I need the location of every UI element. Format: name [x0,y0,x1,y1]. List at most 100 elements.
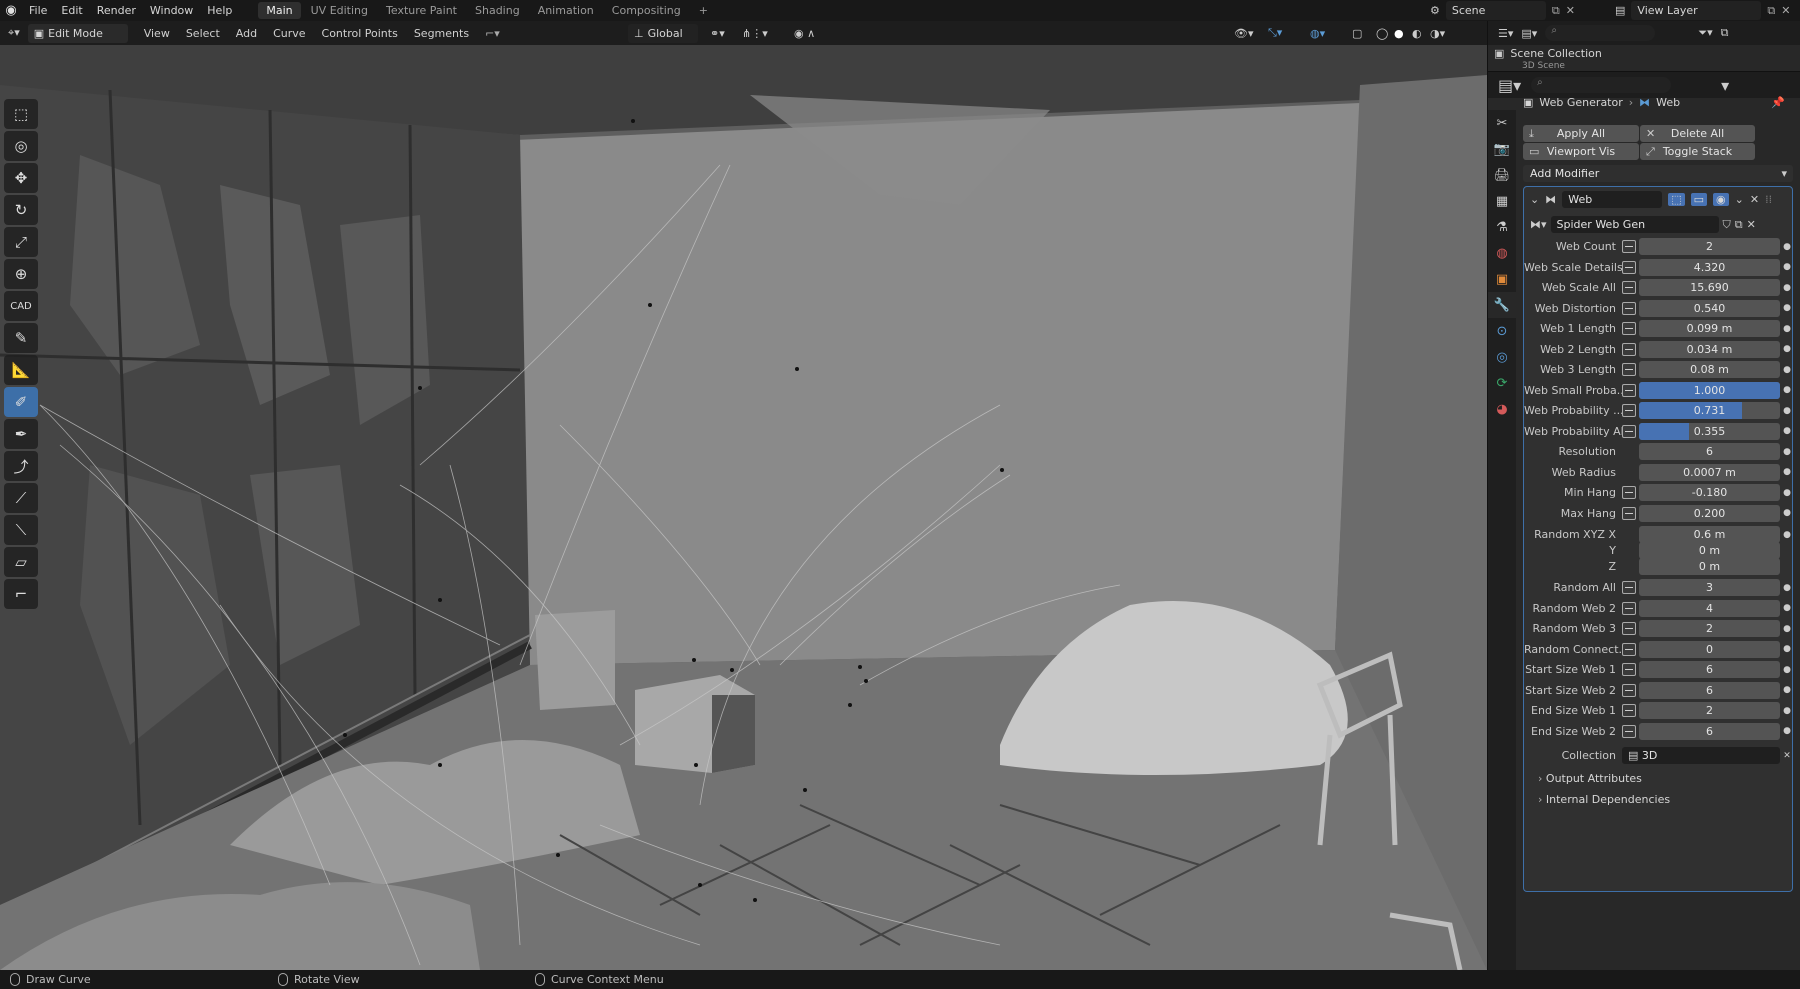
param-value-field[interactable]: 3 [1639,579,1780,596]
param-value-field[interactable]: 0.034 m [1639,340,1780,358]
menu-help[interactable]: Help [200,4,239,17]
keyframe-dot-icon[interactable]: ● [1780,303,1794,313]
viewport-toggle-icon[interactable]: ▭ [1690,193,1708,206]
outliner-search-icon[interactable]: ⌕ [1545,25,1656,41]
remove-scene-icon[interactable]: ✕ [1566,4,1575,17]
wireframe-shading-icon[interactable]: ◯ [1376,27,1388,40]
delete-all-button[interactable]: ✕ Delete All [1640,125,1755,142]
param-value-field[interactable]: 0 [1639,640,1780,658]
keyframe-dot-icon[interactable]: ● [1780,665,1794,675]
keyframe-dot-icon[interactable]: ● [1780,426,1794,436]
param-value-field[interactable]: 0.540 [1639,299,1780,317]
param-value-field[interactable]: 0.08 m [1639,361,1780,378]
workspace-tab-compositing[interactable]: Compositing [604,2,689,19]
keyframe-dot-icon[interactable]: ● [1780,624,1794,634]
keyframe-dot-icon[interactable]: ● [1780,685,1794,695]
input-socket-icon[interactable] [1622,601,1636,615]
input-socket-icon[interactable] [1622,424,1636,438]
keyframe-dot-icon[interactable]: ● [1780,283,1794,293]
input-socket-icon[interactable] [1622,260,1636,274]
editmode-toggle-icon[interactable]: ⬚ [1668,193,1685,206]
node-group-field[interactable]: Spider Web Gen [1550,216,1719,233]
keyframe-dot-icon[interactable]: ● [1780,385,1794,395]
menu-window[interactable]: Window [143,4,200,17]
physics-tab-icon[interactable]: ◎ [1488,344,1516,370]
param-value-field[interactable]: 0.0007 m [1639,463,1780,481]
scene-tab-icon[interactable]: ⚗ [1488,214,1516,240]
rendered-shading-icon[interactable]: ◑▾ [1430,27,1445,40]
new-scene-icon[interactable]: ⧉ [1552,4,1560,18]
input-socket-icon[interactable] [1622,704,1636,717]
input-socket-icon[interactable] [1622,683,1636,697]
param-value-field[interactable]: 6 [1639,722,1780,740]
tilt-tool[interactable]: ⟍ [4,515,38,545]
properties-editor-icon[interactable]: ▤▾ [1498,76,1521,95]
keyframe-dot-icon[interactable]: ● [1780,706,1794,716]
proportional-edit-icon[interactable]: ◉ ∧ [794,27,815,40]
input-socket-icon[interactable] [1622,486,1636,499]
new-collection-icon[interactable]: ⧉ [1721,26,1729,40]
internal-dependencies-subpanel[interactable]: › Internal Dependencies [1538,793,1670,806]
view-layer-icon[interactable]: ▤ [1615,4,1625,17]
output-attributes-subpanel[interactable]: › Output Attributes [1538,772,1642,785]
param-value-field[interactable]: 4.320 [1639,258,1780,276]
param-value-field[interactable]: 6 [1639,443,1780,460]
solid-shading-icon[interactable]: ● [1394,27,1404,40]
cad-tool[interactable]: CAD [4,291,38,321]
curve-pen-tool[interactable]: ⌐ [4,579,38,609]
apply-all-button[interactable]: ⤓ Apply All [1523,125,1639,142]
input-socket-icon[interactable] [1622,240,1636,253]
keyframe-dot-icon[interactable]: ● [1780,508,1794,518]
overlay-icon[interactable]: ◍▾ [1310,27,1325,40]
modifier-name-field[interactable]: Web [1562,191,1663,208]
3d-viewport[interactable]: ⬚ ◎ ✥ ↻ ⤢ ⊕ CAD ✎ 📐 ✐ ✒ ⤴ ⟋ ⟍ ▱ ⌐ [0,45,1487,970]
input-socket-icon[interactable] [1622,622,1636,635]
param-value-field[interactable]: 0.200 [1639,504,1780,522]
select-box-tool[interactable]: ⬚ [4,99,38,129]
keyframe-dot-icon[interactable]: ● [1780,583,1794,593]
menu-select[interactable]: Select [178,27,228,40]
param-value-field[interactable]: 6 [1639,661,1780,678]
cursor-tool[interactable]: ◎ [4,131,38,161]
pin-icon[interactable]: 📌 [1771,96,1785,109]
scene-selector[interactable]: Scene [1445,1,1546,20]
menu-render[interactable]: Render [90,4,143,17]
add-workspace-button[interactable]: + [691,2,716,19]
keyframe-dot-icon[interactable]: ● [1780,603,1794,613]
collection-field[interactable]: ▤ 3D [1622,747,1780,764]
param-value-field[interactable]: 0.731 [1639,402,1780,419]
workspace-tab-shading[interactable]: Shading [467,2,528,19]
radius-tool[interactable]: ⟋ [4,483,38,513]
transform-tool[interactable]: ⊕ [4,259,38,289]
fake-user-icon[interactable]: ⛉ [1723,218,1731,232]
render-tab-icon[interactable]: 📷 [1488,136,1516,162]
rotate-tool[interactable]: ↻ [4,195,38,225]
input-socket-icon[interactable] [1622,301,1636,315]
outliner-filter-icon[interactable]: ▤▾ [1521,27,1537,40]
mode-selector[interactable]: ▣ Edit Mode [27,23,128,43]
param-value-field[interactable]: 2 [1639,702,1780,719]
world-tab-icon[interactable]: ◍ [1488,240,1516,266]
node-tree-icon[interactable]: ⧓▾ [1530,218,1547,231]
menu-control-points[interactable]: Control Points [314,27,406,40]
menu-curve[interactable]: Curve [265,27,313,40]
move-tool[interactable]: ✥ [4,163,38,193]
output-tab-icon[interactable]: 🖨 [1488,162,1516,188]
drag-handle-icon[interactable]: ⁞⁞ [1765,193,1772,206]
randomize-tool[interactable]: ▱ [4,547,38,577]
input-socket-icon[interactable] [1622,363,1636,376]
pivot-icon[interactable]: ⚭▾ [710,27,725,40]
keyframe-dot-icon[interactable]: ● [1780,242,1794,252]
param-value-field[interactable]: 2 [1639,238,1780,255]
add-modifier-dropdown[interactable]: Add Modifier ▾ [1523,165,1793,182]
input-socket-icon[interactable] [1622,404,1636,417]
input-socket-icon[interactable] [1622,506,1636,520]
keyframe-dot-icon[interactable]: ● [1780,344,1794,354]
input-socket-icon[interactable] [1622,663,1636,676]
keyframe-dot-icon[interactable]: ● [1780,324,1794,334]
collapse-chevron-icon[interactable]: ⌄ [1530,193,1539,206]
input-socket-icon[interactable] [1622,281,1636,294]
material-shading-icon[interactable]: ◐ [1412,27,1422,40]
outliner-editor-icon[interactable]: ☰▾ [1498,27,1513,40]
transform-orientation-selector[interactable]: ⊥ Global [628,24,698,43]
